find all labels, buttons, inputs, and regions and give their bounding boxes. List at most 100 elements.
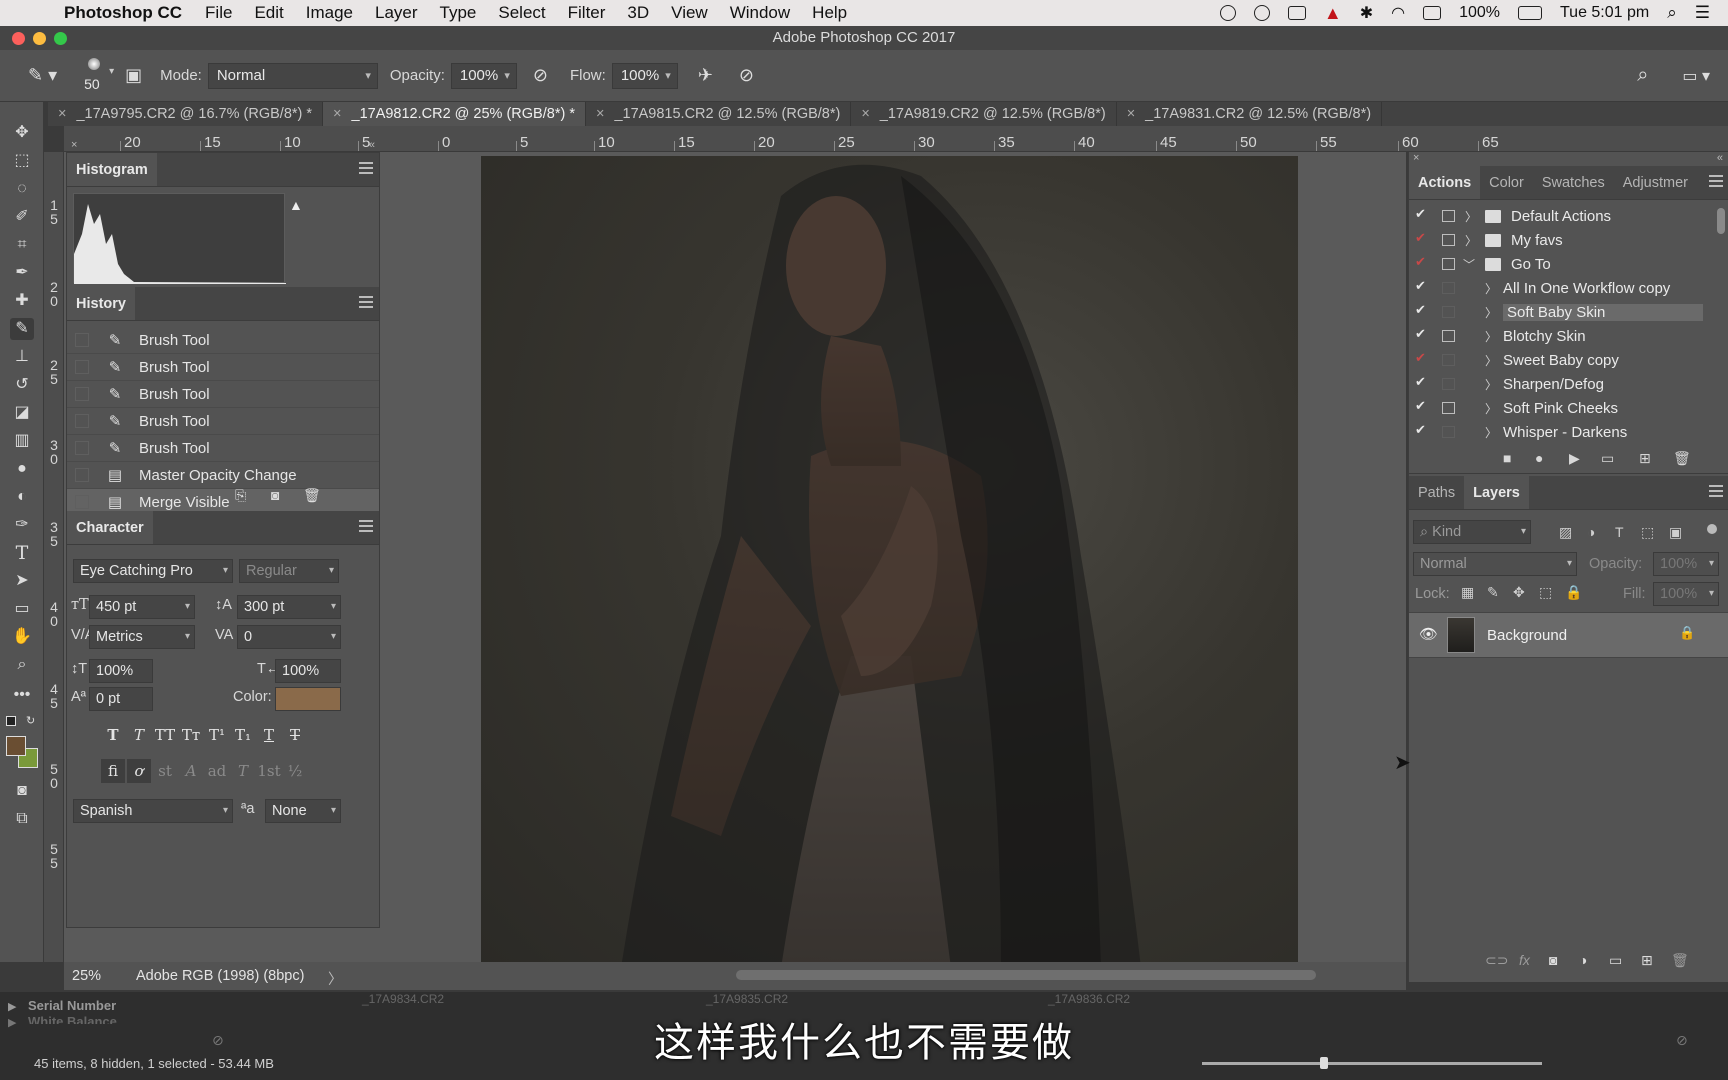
tab-character[interactable]: Character [67, 511, 153, 544]
faux-bold-button[interactable]: T [101, 723, 125, 747]
lock-artboard-icon[interactable]: ⬚ [1539, 584, 1552, 601]
menu-edit[interactable]: Edit [243, 3, 294, 23]
dialog-toggle-icon[interactable] [1442, 282, 1455, 294]
action-item[interactable]: ✔ 〉 Blotchy Skin [1409, 326, 1728, 348]
rectangle-tool-icon[interactable]: ▭ [10, 598, 34, 620]
flow-field[interactable]: 100% ▾ [611, 62, 678, 89]
snapshot-camera-icon[interactable]: ◙ [271, 487, 279, 503]
menu-filter[interactable]: Filter [557, 3, 617, 23]
leading-field[interactable]: 300 pt ▾ [237, 595, 341, 619]
menu-3d[interactable]: 3D [616, 3, 660, 23]
tab-adjustments[interactable]: Adjustmer [1613, 166, 1697, 199]
menu-file[interactable]: File [194, 3, 243, 23]
creative-cloud-icon[interactable] [1253, 5, 1270, 21]
action-set-go-to[interactable]: ✔ ﹀ Go To [1409, 254, 1728, 276]
tab-history[interactable]: History [67, 287, 135, 320]
ordinals-button[interactable]: 1st [257, 759, 281, 783]
action-item[interactable]: ✔ 〉 Soft Pink Cheeks [1409, 398, 1728, 420]
menu-layer[interactable]: Layer [364, 3, 429, 23]
tracking-field[interactable]: 0 ▾ [237, 625, 341, 649]
trash-icon[interactable]: 🗑 [303, 487, 321, 504]
titling-alternates-button[interactable]: T [231, 759, 255, 783]
action-item[interactable]: ✔ 〉 Sweet Baby copy [1409, 350, 1728, 372]
new-layer-icon[interactable]: ⊞ [1641, 952, 1653, 969]
action-item[interactable]: ✔ 〉 All In One Workflow copy [1409, 278, 1728, 300]
add-mask-icon[interactable]: ◙ [1549, 952, 1557, 968]
history-source-checkbox[interactable] [75, 360, 89, 374]
play-icon[interactable]: ▶ [1569, 450, 1580, 467]
language-select[interactable]: Spanish ▾ [73, 799, 233, 823]
menu-select[interactable]: Select [487, 3, 556, 23]
history-item[interactable]: ✎ Brush Tool [67, 435, 379, 462]
font-family-select[interactable]: Eye Catching Pro ▾ [73, 559, 233, 583]
layer-row-background[interactable]: 👁 Background 🔒 [1409, 612, 1728, 658]
panel-menu-icon[interactable] [1709, 485, 1723, 497]
menu-image[interactable]: Image [295, 3, 364, 23]
notification-center-icon[interactable]: ☰ [1695, 3, 1710, 23]
action-toggle-checkmark-icon[interactable]: ✔ [1415, 422, 1426, 438]
dialog-toggle-icon[interactable] [1442, 426, 1455, 438]
action-toggle-checkmark-icon[interactable]: ✔ [1415, 350, 1426, 366]
brush-preset-picker[interactable]: 50 ▾ [79, 56, 119, 96]
close-icon[interactable]: × [333, 106, 341, 122]
history-item[interactable]: ✎ Brush Tool [67, 327, 379, 354]
lock-image-pixels-icon[interactable]: ✎ [1487, 584, 1499, 601]
filter-adjustment-icon[interactable]: ◑ [1587, 524, 1595, 540]
opacity-field[interactable]: 100% ▾ [450, 62, 517, 89]
lock-icon[interactable]: 🔒 [1679, 625, 1695, 641]
filter-shape-icon[interactable]: ⬚ [1641, 524, 1654, 541]
action-toggle-checkmark-icon[interactable]: ✔ [1415, 254, 1426, 270]
battery-icon[interactable] [1517, 6, 1542, 20]
vertical-scale-field[interactable]: 100% [89, 659, 153, 683]
stylistic-alternates-button[interactable]: ad [205, 759, 229, 783]
minimize-window-button[interactable] [33, 32, 46, 45]
history-source-checkbox[interactable] [75, 441, 89, 455]
visibility-eye-icon[interactable]: 👁 [1419, 625, 1438, 643]
default-colors-icon[interactable] [6, 716, 16, 726]
mode-select[interactable]: Normal ▾ [207, 62, 378, 89]
quick-select-tool-icon[interactable]: ✐ [10, 206, 34, 228]
panel-collapse-bar[interactable]: × « [67, 139, 381, 153]
dialog-toggle-icon[interactable] [1442, 354, 1455, 366]
record-icon[interactable]: ● [1535, 450, 1543, 466]
history-source-checkbox[interactable] [75, 468, 89, 482]
filter-type-icon[interactable]: T [1615, 524, 1624, 540]
action-item[interactable]: ✔ 〉 Sharpen/Defog [1409, 374, 1728, 396]
close-icon[interactable]: × [596, 106, 604, 122]
antialias-select[interactable]: None ▾ [265, 799, 341, 823]
tab-layers[interactable]: Layers [1464, 476, 1529, 509]
small-caps-button[interactable]: Tт [179, 723, 203, 747]
doc-tab-4[interactable]: × _17A9819.CR2 @ 12.5% (RGB/8*) [851, 102, 1117, 126]
swap-colors-icon[interactable]: ↻ [26, 714, 35, 727]
fill-field[interactable]: 100% ▾ [1653, 582, 1719, 606]
zoom-level[interactable]: 25% [72, 968, 101, 984]
old-style-button[interactable]: st [153, 759, 177, 783]
dialog-toggle-icon[interactable] [1442, 378, 1455, 390]
history-source-checkbox[interactable] [75, 387, 89, 401]
swash-button[interactable]: A [179, 759, 203, 783]
collapse-icon[interactable]: « [369, 139, 375, 151]
horizontal-scale-field[interactable]: 100% [275, 659, 341, 683]
tab-paths[interactable]: Paths [1409, 476, 1465, 509]
clock[interactable]: Tue 5:01 pm [1560, 4, 1649, 22]
close-icon[interactable]: × [1413, 152, 1419, 164]
search-icon[interactable]: ⌕ [1631, 64, 1654, 87]
layer-name[interactable]: Background [1487, 627, 1567, 644]
spotlight-search-icon[interactable]: ⌕ [1667, 3, 1677, 23]
history-source-checkbox[interactable] [75, 333, 89, 347]
action-item-selected[interactable]: ✔ 〉 Soft Baby Skin [1409, 302, 1728, 324]
battery-percent[interactable]: 100% [1459, 4, 1500, 22]
lock-position-icon[interactable]: ✥ [1513, 584, 1525, 601]
expand-arrow-icon[interactable]: 〉 [1485, 352, 1497, 369]
close-icon[interactable]: × [1127, 106, 1135, 122]
expand-arrow-icon[interactable]: 〉 [1465, 232, 1477, 249]
action-toggle-checkmark-icon[interactable]: ✔ [1415, 398, 1426, 414]
all-caps-button[interactable]: TT [153, 723, 177, 747]
dialog-toggle-icon[interactable] [1442, 210, 1455, 222]
airplay-icon[interactable] [1423, 6, 1442, 20]
kerning-select[interactable]: Metrics ▾ [89, 625, 195, 649]
tab-histogram[interactable]: Histogram [67, 153, 157, 186]
new-action-icon[interactable]: ⊞ [1639, 450, 1651, 467]
tab-swatches[interactable]: Swatches [1532, 166, 1614, 199]
crop-tool-icon[interactable]: ⌗ [10, 234, 34, 256]
